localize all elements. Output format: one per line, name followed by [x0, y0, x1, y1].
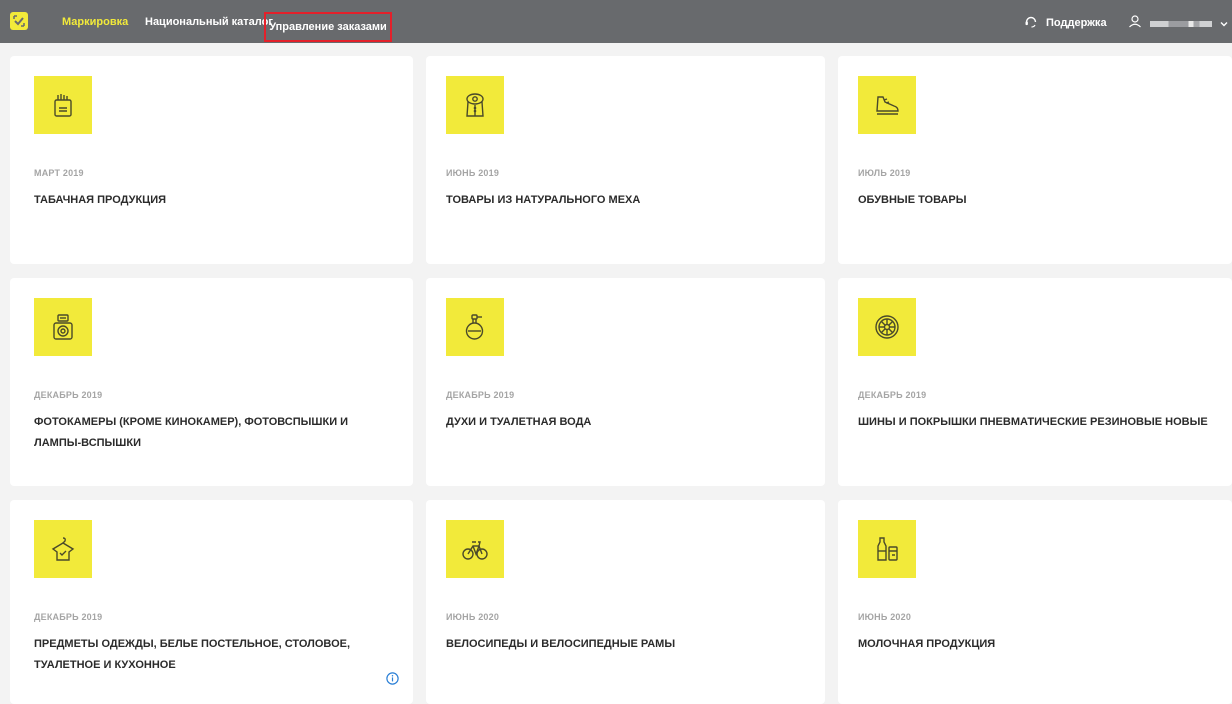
tire-icon	[858, 298, 916, 356]
logo-icon[interactable]	[10, 12, 28, 30]
top-navigation-bar: Маркировка Национальный каталог Управлен…	[0, 0, 1232, 43]
card-date: ИЮНЬ 2019	[446, 168, 500, 178]
user-menu[interactable]	[1128, 14, 1228, 33]
card-date: ДЕКАБРЬ 2019	[34, 612, 103, 622]
card-date: ИЮНЬ 2020	[858, 612, 912, 622]
tobacco-icon	[34, 76, 92, 134]
card-title: ОБУВНЫЕ ТОВАРЫ	[858, 194, 967, 206]
support-label: Поддержка	[1046, 16, 1107, 29]
card-title: ПРЕДМЕТЫ ОДЕЖДЫ, БЕЛЬЕ ПОСТЕЛЬНОЕ, СТОЛО…	[34, 638, 351, 671]
category-card-clothes[interactable]: ДЕКАБРЬ 2019 ПРЕДМЕТЫ ОДЕЖДЫ, БЕЛЬЕ ПОСТ…	[10, 500, 413, 704]
nav-national-catalog[interactable]: Национальный каталог	[145, 16, 273, 28]
category-card-cameras[interactable]: ДЕКАБРЬ 2019 ФОТОКАМЕРЫ (КРОМЕ КИНОКАМЕР…	[10, 278, 413, 486]
camera-icon	[34, 298, 92, 356]
card-title: ТАБАЧНАЯ ПРОДУКЦИЯ	[34, 194, 167, 206]
category-card-bicycles[interactable]: ИЮНЬ 2020 ВЕЛОСИПЕДЫ И ВЕЛОСИПЕДНЫЕ РАМЫ	[426, 500, 825, 704]
card-date: ДЕКАБРЬ 2019	[34, 390, 103, 400]
user-name-redacted	[1150, 20, 1212, 27]
card-title: ВЕЛОСИПЕДЫ И ВЕЛОСИПЕДНЫЕ РАМЫ	[446, 638, 676, 650]
clothes-icon	[34, 520, 92, 578]
perfume-icon	[446, 298, 504, 356]
shoe-icon	[858, 76, 916, 134]
user-icon	[1128, 14, 1142, 33]
card-date: ИЮЛЬ 2019	[858, 168, 911, 178]
card-title: ДУХИ И ТУАЛЕТНАЯ ВОДА	[446, 416, 592, 428]
card-date: ИЮНЬ 2020	[446, 612, 500, 622]
fur-coat-icon	[446, 76, 504, 134]
category-card-shoes[interactable]: ИЮЛЬ 2019 ОБУВНЫЕ ТОВАРЫ	[838, 56, 1232, 264]
headset-icon	[1024, 14, 1038, 31]
category-card-dairy[interactable]: ИЮНЬ 2020 МОЛОЧНАЯ ПРОДУКЦИЯ	[838, 500, 1232, 704]
bicycle-icon	[446, 520, 504, 578]
category-card-tobacco[interactable]: МАРТ 2019 ТАБАЧНАЯ ПРОДУКЦИЯ	[10, 56, 413, 264]
card-title: ФОТОКАМЕРЫ (КРОМЕ КИНОКАМЕР), ФОТОВСПЫШК…	[34, 416, 349, 449]
chevron-down-icon[interactable]	[1220, 15, 1228, 33]
card-date: ДЕКАБРЬ 2019	[446, 390, 515, 400]
dairy-icon	[858, 520, 916, 578]
support-link[interactable]: Поддержка	[1024, 14, 1107, 31]
card-date: ДЕКАБРЬ 2019	[858, 390, 927, 400]
nav-marking[interactable]: Маркировка	[62, 16, 128, 28]
card-date: МАРТ 2019	[34, 168, 84, 178]
info-icon[interactable]	[386, 672, 399, 685]
nav-order-management[interactable]: Управление заказами	[266, 14, 390, 40]
category-card-fur[interactable]: ИЮНЬ 2019 ТОВАРЫ ИЗ НАТУРАЛЬНОГО МЕХА	[426, 56, 825, 264]
card-title: МОЛОЧНАЯ ПРОДУКЦИЯ	[858, 638, 996, 650]
category-card-tires[interactable]: ДЕКАБРЬ 2019 ШИНЫ И ПОКРЫШКИ ПНЕВМАТИЧЕС…	[838, 278, 1232, 486]
category-card-perfume[interactable]: ДЕКАБРЬ 2019 ДУХИ И ТУАЛЕТНАЯ ВОДА	[426, 278, 825, 486]
card-title: ШИНЫ И ПОКРЫШКИ ПНЕВМАТИЧЕСКИЕ РЕЗИНОВЫЕ…	[858, 416, 1208, 428]
card-title: ТОВАРЫ ИЗ НАТУРАЛЬНОГО МЕХА	[446, 194, 641, 206]
